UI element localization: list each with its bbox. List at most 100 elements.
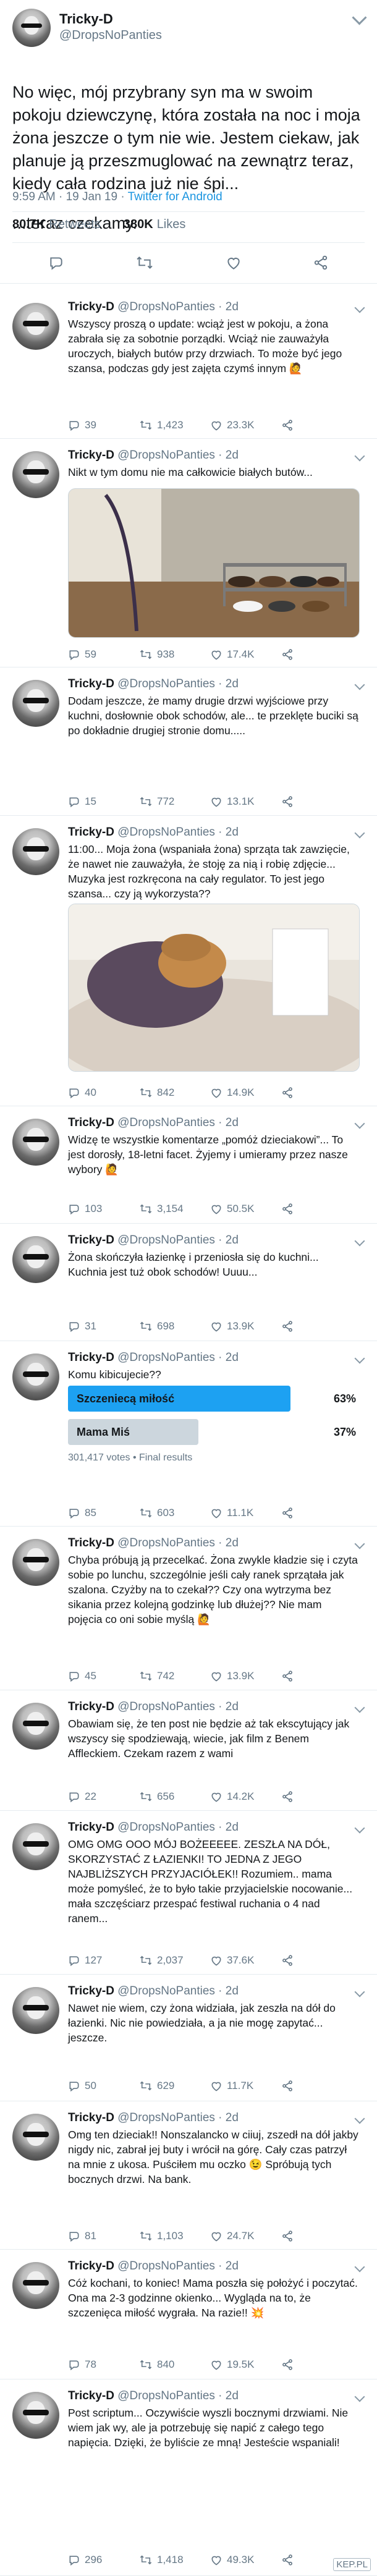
share-button[interactable] (281, 1320, 352, 1332)
reply-button[interactable]: 81 (68, 2230, 139, 2242)
retweet-button[interactable]: 1,423 (139, 419, 210, 431)
author-handle-time[interactable]: @DropsNoPanties · 2d (117, 1821, 239, 1834)
like-icon[interactable] (225, 255, 242, 271)
retweet-button[interactable]: 1,103 (139, 2230, 210, 2242)
reply-tweet[interactable]: Tricky-D @DropsNoPanties · 2d OMG OMG OOO… (0, 1811, 377, 1975)
reply-tweet[interactable]: Tricky-D @DropsNoPanties · 2d Obawiam się… (0, 1690, 377, 1811)
reply-tweet[interactable]: Tricky-D @DropsNoPanties · 2d Cóż kochani… (0, 2250, 377, 2379)
author-handle-time[interactable]: @DropsNoPanties · 2d (117, 449, 239, 462)
chevron-down-icon[interactable] (354, 1538, 365, 1549)
like-label[interactable]: Likes (157, 218, 186, 231)
avatar[interactable] (12, 9, 51, 47)
retweet-label[interactable]: Retweets (49, 218, 100, 231)
avatar[interactable] (12, 1823, 59, 1870)
author-name[interactable]: Tricky-D (68, 1116, 114, 1129)
share-button[interactable] (281, 795, 352, 808)
like-button[interactable]: 13.9K (210, 1670, 281, 1682)
retweet-button[interactable]: 2,037 (139, 1954, 210, 1967)
like-button[interactable]: 50.5K (210, 1203, 281, 1215)
retweet-button[interactable]: 840 (139, 2358, 210, 2371)
share-button[interactable] (281, 648, 352, 661)
like-button[interactable]: 23.3K (210, 419, 281, 431)
author-name[interactable]: Tricky-D (68, 449, 114, 462)
author-handle-time[interactable]: @DropsNoPanties · 2d (117, 1985, 239, 1998)
retweet-icon[interactable] (135, 255, 155, 271)
author-name[interactable]: Tricky-D (68, 677, 114, 690)
retweet-button[interactable]: 603 (139, 1507, 210, 1519)
reply-button[interactable]: 31 (68, 1320, 139, 1332)
author-handle-time[interactable]: @DropsNoPanties · 2d (117, 826, 239, 839)
chevron-down-icon[interactable] (354, 2391, 365, 2402)
reply-button[interactable]: 15 (68, 795, 139, 808)
reply-tweet[interactable]: Tricky-D @DropsNoPanties · 2d Nawet nie w… (0, 1975, 377, 2101)
chevron-down-icon[interactable] (354, 1702, 365, 1713)
author-name[interactable]: Tricky-D (68, 1536, 114, 1549)
like-button[interactable]: 14.9K (210, 1087, 281, 1099)
author-name[interactable]: Tricky-D (68, 826, 114, 839)
reply-tweet[interactable]: Tricky-D @DropsNoPanties · 2d Widzę te ws… (0, 1106, 377, 1224)
reply-tweet[interactable]: Tricky-D @DropsNoPanties · 2d Omg ten dzi… (0, 2101, 377, 2250)
author-handle-time[interactable]: @DropsNoPanties · 2d (117, 1234, 239, 1247)
chevron-down-icon[interactable] (354, 302, 365, 313)
author-handle-time[interactable]: @DropsNoPanties · 2d (117, 2111, 239, 2124)
cleaning-photo[interactable] (68, 904, 360, 1072)
author-name[interactable]: Tricky-D (68, 1700, 114, 1713)
author-handle-time[interactable]: @DropsNoPanties · 2d (117, 677, 239, 690)
avatar[interactable] (12, 2262, 59, 2309)
share-button[interactable] (281, 1087, 352, 1099)
reply-tweet[interactable]: Tricky-D @DropsNoPanties · 2d Post script… (0, 2379, 377, 2576)
avatar[interactable] (12, 2114, 59, 2161)
like-button[interactable]: 11.1K (210, 1507, 281, 1519)
author-handle-time[interactable]: @DropsNoPanties · 2d (117, 1700, 239, 1713)
retweet-button[interactable]: 656 (139, 1790, 210, 1803)
avatar[interactable] (12, 1539, 59, 1586)
like-button[interactable]: 19.5K (210, 2358, 281, 2371)
avatar[interactable] (12, 451, 59, 498)
reply-button[interactable]: 127 (68, 1954, 139, 1967)
reply-tweet[interactable]: Tricky-D @DropsNoPanties · 2d Nikt w tym … (0, 439, 377, 667)
reply-tweet[interactable]: Tricky-D @DropsNoPanties · 2d Chyba próbu… (0, 1527, 377, 1690)
avatar[interactable] (12, 303, 59, 350)
avatar[interactable] (12, 828, 59, 875)
avatar[interactable] (12, 1703, 59, 1750)
author-handle-time[interactable]: @DropsNoPanties · 2d (117, 1351, 239, 1364)
author-handle-time[interactable]: @DropsNoPanties · 2d (117, 300, 239, 313)
tweet-time[interactable]: 9:59 AM · 19 Jan 19 · (12, 190, 125, 203)
share-icon[interactable] (312, 255, 329, 271)
like-button[interactable]: 14.2K (210, 1790, 281, 1803)
chevron-down-icon[interactable] (354, 2113, 365, 2124)
avatar[interactable] (12, 2392, 59, 2439)
retweet-button[interactable]: 772 (139, 795, 210, 808)
reply-button[interactable]: 45 (68, 1670, 139, 1682)
retweet-button[interactable]: 3,154 (139, 1203, 210, 1215)
author-name[interactable]: Tricky-D (68, 2389, 114, 2402)
chevron-down-icon[interactable] (354, 1235, 365, 1247)
share-button[interactable] (281, 419, 352, 431)
reply-icon[interactable] (48, 255, 65, 271)
tweet-source[interactable]: Twitter for Android (128, 190, 222, 203)
author-name[interactable]: Tricky-D (68, 2111, 114, 2124)
chevron-down-icon[interactable] (354, 1986, 365, 1998)
reply-tweet[interactable]: Tricky-D @DropsNoPanties · 2d 11:00... Mo… (0, 816, 377, 1106)
share-button[interactable] (281, 1954, 352, 1967)
reply-tweet[interactable]: Tricky-D @DropsNoPanties · 2d Wszyscy pro… (0, 290, 377, 439)
retweet-button[interactable]: 842 (139, 1087, 210, 1099)
share-button[interactable] (281, 1203, 352, 1215)
like-button[interactable]: 13.1K (210, 795, 281, 808)
reply-button[interactable]: 22 (68, 1790, 139, 1803)
retweet-button[interactable]: 1,418 (139, 2554, 210, 2566)
reply-tweet[interactable]: Tricky-D @DropsNoPanties · 2d Komu kibicu… (0, 1341, 377, 1527)
reply-button[interactable]: 50 (68, 2080, 139, 2092)
reply-tweet[interactable]: Tricky-D @DropsNoPanties · 2d Dodam jeszc… (0, 667, 377, 816)
share-button[interactable] (281, 2358, 352, 2371)
author-name[interactable]: Tricky-D (68, 1234, 114, 1247)
like-button[interactable]: 24.7K (210, 2230, 281, 2242)
avatar[interactable] (12, 1987, 59, 2034)
share-button[interactable] (281, 2230, 352, 2242)
share-button[interactable] (281, 2080, 352, 2092)
retweet-count[interactable]: 80.7K (12, 218, 45, 231)
reply-button[interactable]: 40 (68, 1087, 139, 1099)
chevron-down-icon[interactable] (354, 1118, 365, 1129)
author-name[interactable]: Tricky-D (68, 300, 114, 313)
chevron-down-icon[interactable] (354, 451, 365, 462)
